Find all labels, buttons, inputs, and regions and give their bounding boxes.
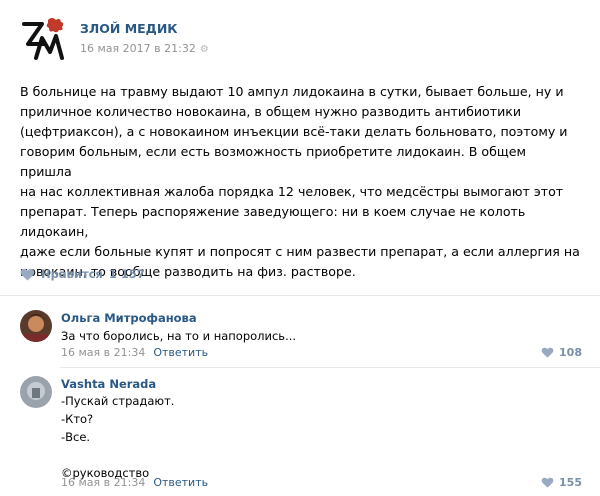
post-text: В больнице на травму выдают 10 ампул лид… [20,84,580,279]
group-logo[interactable] [20,14,70,62]
post-date-text[interactable]: 16 мая 2017 в 21:32 [80,42,196,55]
comment-meta: 16 мая в 21:34 Ответить [61,346,208,359]
post-date[interactable]: 16 мая 2017 в 21:32 ⚙ [80,42,209,55]
heart-icon [20,268,35,281]
heart-icon [541,477,554,488]
group-name[interactable]: ЗЛОЙ МЕДИК [80,21,178,36]
comment-like-button[interactable]: 108 [541,346,582,359]
avatar[interactable] [20,310,52,342]
settings-icon[interactable]: ⚙ [200,44,209,55]
heart-icon [541,347,554,358]
like-button[interactable]: Нравится 1 157 [20,264,145,284]
avatar[interactable] [20,376,52,408]
comment-like-count: 155 [559,476,582,489]
comment-author[interactable]: Ольга Митрофанова [61,311,197,325]
comment-text: -Пускай страдают. -Кто? -Все. ©руководст… [61,394,175,480]
comment: Vashta Nerada -Пускай страдают. -Кто? -В… [0,368,600,496]
reply-button[interactable]: Ответить [153,476,208,489]
comment-text: За что боролись, на то и напоролись... [61,329,297,343]
comment: Ольга Митрофанова За что боролись, на то… [0,296,600,366]
comment-date[interactable]: 16 мая в 21:34 [61,346,145,359]
comment-like-button[interactable]: 155 [541,476,582,489]
comment-date[interactable]: 16 мая в 21:34 [61,476,145,489]
like-count: 1 157 [108,267,145,281]
comment-author[interactable]: Vashta Nerada [61,377,156,391]
like-label: Нравится [41,267,103,281]
reply-button[interactable]: Ответить [153,346,208,359]
comment-like-count: 108 [559,346,582,359]
comment-meta: 16 мая в 21:34 Ответить [61,476,208,489]
